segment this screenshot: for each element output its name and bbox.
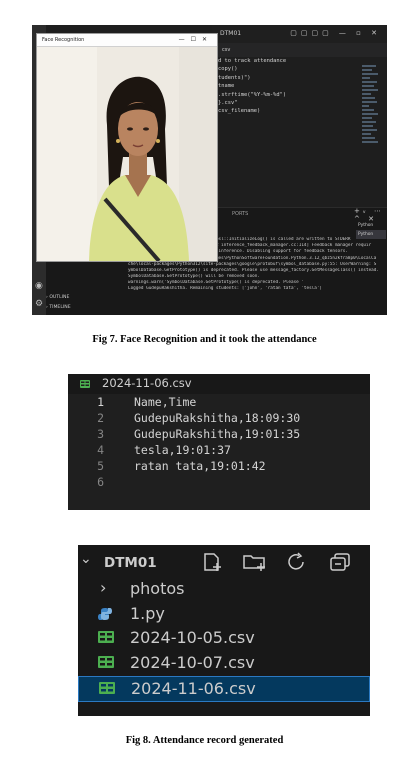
explorer-item-photos[interactable]: › photos xyxy=(78,577,370,601)
csv-line[interactable]: 2 GudepuRakshitha,18:09:30 xyxy=(68,410,370,426)
account-icon[interactable]: ◉ xyxy=(35,281,43,291)
terminal-line: ymbolDatabase.GetPrototype() is deprecat… xyxy=(128,267,378,273)
figure-7-caption: Fig 7. Face Recognition and it took the … xyxy=(92,334,317,345)
editor-tab-bar[interactable]: csv xyxy=(212,43,387,57)
face-recognition-window[interactable]: Face Recognition —☐✕ xyxy=(36,33,218,262)
camera-window-controls[interactable]: —☐✕ xyxy=(179,36,213,43)
explorer-item-csv-2024-10-07[interactable]: 2024-10-07.csv xyxy=(78,651,370,675)
code-line: }.csv" xyxy=(218,100,238,107)
refresh-icon[interactable] xyxy=(286,552,308,572)
terminal-instance[interactable]: Python xyxy=(356,221,386,230)
explorer-header: ⌄ DTM01 xyxy=(78,545,370,579)
close-icon[interactable]: ✕ xyxy=(202,36,213,43)
timeline-section: › TIMELINE xyxy=(46,305,71,310)
code-line: copy() xyxy=(218,66,238,73)
explorer-sections[interactable]: › OUTLINE › TIMELINE xyxy=(46,293,71,313)
minimize-icon[interactable]: — xyxy=(179,36,191,43)
explorer-item-1py[interactable]: 1.py xyxy=(78,602,370,626)
line-number: 3 xyxy=(97,427,104,441)
chevron-down-icon[interactable]: ⌄ xyxy=(80,551,92,567)
explorer-item-label[interactable]: 2024-11-06.csv xyxy=(131,679,256,698)
csv-table-icon xyxy=(99,682,115,694)
line-number: 4 xyxy=(97,443,104,457)
maximize-icon[interactable]: ☐ xyxy=(191,36,202,43)
minimap[interactable] xyxy=(362,65,382,165)
explorer-item-label[interactable]: 1.py xyxy=(130,604,165,623)
terminal-tab-ports[interactable]: PORTS xyxy=(232,211,248,217)
terminal-instance[interactable]: Python xyxy=(356,230,386,239)
line-text[interactable]: Name,Time xyxy=(134,394,196,410)
explorer-item-label[interactable]: 2024-10-07.csv xyxy=(130,653,255,672)
line-text[interactable]: tesla,19:01:37 xyxy=(134,442,231,458)
new-file-icon[interactable] xyxy=(202,552,224,572)
csv-line[interactable]: 4 tesla,19:01:37 xyxy=(68,442,370,458)
chevron-right-icon[interactable]: › xyxy=(100,578,106,597)
code-line: tname xyxy=(218,83,235,90)
csv-table-icon xyxy=(80,380,90,388)
csv-line[interactable]: 5 ratan tata,19:01:42 xyxy=(68,458,370,474)
line-number: 2 xyxy=(97,411,104,425)
code-line: csv_filename) xyxy=(218,108,261,115)
figure-8-caption: Fig 8. Attendance record generated xyxy=(125,735,284,746)
explorer-item-csv-2024-11-06[interactable]: 2024-11-06.csv xyxy=(78,676,370,702)
terminal-line: che\local-packages\Python312\site-packag… xyxy=(128,261,377,267)
file-explorer-view[interactable]: ⌄ DTM01 › photos 1.py 2024-10-05.csv 202… xyxy=(78,545,370,716)
code-editor[interactable]: d to track attendance copy() tudents)") tna… xyxy=(212,57,332,207)
camera-window-titlebar[interactable]: Face Recognition —☐✕ xyxy=(37,34,217,47)
line-number: 6 xyxy=(97,475,104,489)
csv-table-icon xyxy=(98,631,114,643)
terminal-instance-list[interactable]: Python Python xyxy=(356,221,386,239)
csv-editor-content[interactable]: 1 Name,Time 2 GudepuRakshitha,18:09:30 3 Gude… xyxy=(68,394,370,490)
line-text[interactable]: GudepuRakshitha,18:09:30 xyxy=(134,410,300,426)
csv-line[interactable]: 3 GudepuRakshitha,19:01:35 xyxy=(68,426,370,442)
editor-tab-label[interactable]: csv xyxy=(222,47,230,53)
explorer-item-label[interactable]: photos xyxy=(130,579,184,598)
csv-file-view[interactable]: 2024-11-06.csv 1 Name,Time 2 GudepuRakshith… xyxy=(68,374,370,510)
camera-feed-image xyxy=(37,47,217,261)
new-folder-icon[interactable] xyxy=(242,552,268,572)
explorer-item-csv-2024-10-05[interactable]: 2024-10-05.csv xyxy=(78,626,370,650)
csv-file-tab[interactable]: 2024-11-06.csv xyxy=(68,374,370,394)
explorer-project-name[interactable]: DTM01 xyxy=(104,555,157,571)
csv-table-icon xyxy=(98,656,114,668)
outline-section: › OUTLINE xyxy=(46,295,70,300)
code-line: tudents)") xyxy=(218,74,251,81)
python-icon xyxy=(98,608,112,620)
camera-window-title: Face Recognition xyxy=(42,37,85,43)
vscode-window-controls[interactable]: ▢▢▢▢ — ▫ ✕ xyxy=(290,29,381,37)
csv-file-tab-label[interactable]: 2024-11-06.csv xyxy=(102,376,192,390)
line-text[interactable]: ratan tata,19:01:42 xyxy=(134,458,266,474)
csv-line[interactable]: 6 xyxy=(68,474,370,490)
vscode-titlebar: DTM01 ▢▢▢▢ — ▫ ✕ xyxy=(212,25,387,43)
code-line: .strftime("%Y-%m-%d") xyxy=(218,91,287,98)
gear-icon[interactable]: ⚙ xyxy=(35,299,43,309)
line-number: 5 xyxy=(97,459,104,473)
terminal-line: Logged GudepuRakshitha. Remaining studen… xyxy=(128,286,323,292)
line-number: 1 xyxy=(97,395,104,409)
line-text[interactable]: GudepuRakshitha,19:01:35 xyxy=(134,426,300,442)
code-line: d to track attendance xyxy=(218,58,287,64)
csv-line[interactable]: 1 Name,Time xyxy=(68,394,370,410)
collapse-all-icon[interactable] xyxy=(328,552,352,572)
vscode-project-title: DTM01 xyxy=(220,30,242,37)
explorer-item-label[interactable]: 2024-10-05.csv xyxy=(130,628,255,647)
